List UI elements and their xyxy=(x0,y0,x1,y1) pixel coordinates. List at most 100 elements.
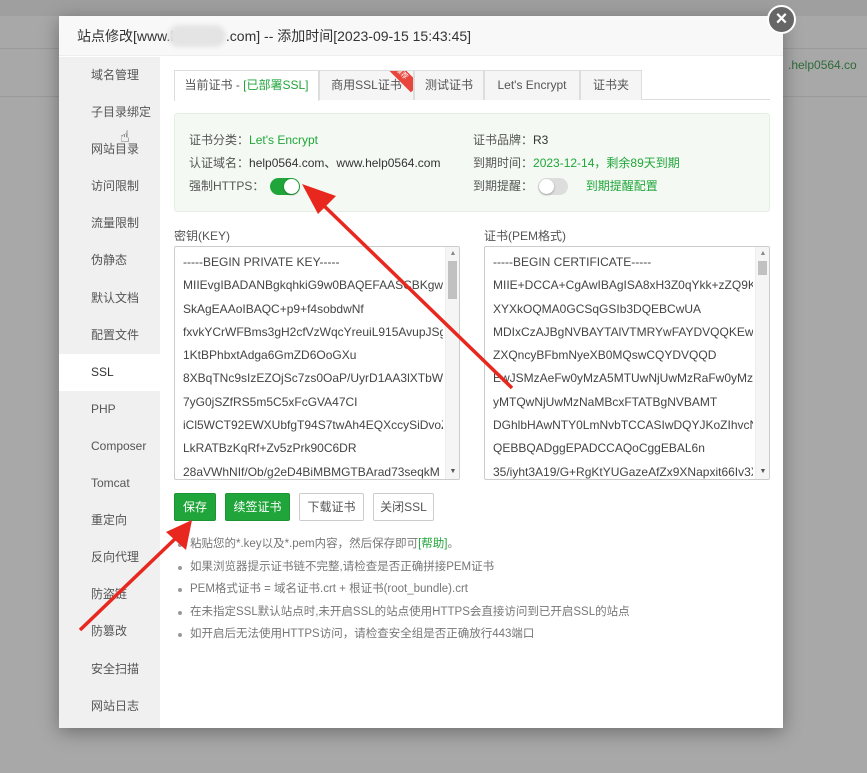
sidebar-item-redirect[interactable]: 重定向 xyxy=(59,502,160,539)
tab-current-label: 当前证书 - xyxy=(184,78,244,92)
tip-item: 如果浏览器提示证书链不完整,请检查是否正确拼接PEM证书 xyxy=(176,556,766,579)
cert-line: yMTQwNjUwMzNaMBcxFTATBgNVBAMT xyxy=(493,394,718,409)
sidebar: 域名管理 子目录绑定 网站目录 访问限制 流量限制 伪静态 默认文档 配置文件 … xyxy=(59,57,160,728)
tab-current-certificate[interactable]: 当前证书 - [已部署SSL] xyxy=(174,70,319,101)
force-https-toggle[interactable] xyxy=(269,178,300,196)
scroll-up-arrow-icon[interactable]: ▲ xyxy=(756,248,769,260)
close-ssl-button[interactable]: 关闭SSL xyxy=(373,493,434,521)
cert-domain-label: 认证域名： xyxy=(189,156,250,170)
cert-line: MIIE+DCCA+CgAwIBAgISA8xH3Z0qYkk+zZQ9K9 xyxy=(493,278,753,293)
key-line: 8XBqTNc9sIzEZOjSc7zs0OaP/UyrD1AA3lXTbWM xyxy=(183,371,443,386)
scroll-down-arrow-icon[interactable]: ▼ xyxy=(756,466,769,478)
key-line: SkAgEAAoIBAQC+p9+f4sobdwNf xyxy=(183,301,364,316)
key-line: 28aVWhNIf/Ob/g2eD4BiMBMGTBArad73seqkM xyxy=(183,464,440,479)
certificate-textarea[interactable]: -----BEGIN CERTIFICATE----- MIIE+DCCA+Cg… xyxy=(484,246,770,480)
tab-test-certificate[interactable]: 测试证书 xyxy=(414,70,484,100)
site-edit-modal: 站点修改[www.he .com] -- 添加时间[2023-09-15 15:4… xyxy=(59,16,783,728)
private-key-content: -----BEGIN PRIVATE KEY----- MIIEvgIBADAN… xyxy=(183,251,443,479)
cert-line: MDIxCzAJBgNVBAYTAlVTMRYwFAYDVQQKEw1M xyxy=(493,324,753,339)
scroll-up-arrow-icon[interactable]: ▲ xyxy=(446,248,459,260)
sidebar-item-site-directory[interactable]: 网站目录 xyxy=(59,131,160,168)
certificate-content: -----BEGIN CERTIFICATE----- MIIE+DCCA+Cg… xyxy=(493,251,753,479)
sidebar-item-tomcat[interactable]: Tomcat xyxy=(59,465,160,502)
key-line: LkRATBzKqRf+Zv5zPrk90C6DR xyxy=(183,441,357,456)
tip-text: 粘贴您的*.key以及*.pem内容，然后保存即可 xyxy=(190,538,419,550)
sidebar-item-hotlink-protection[interactable]: 防盗链 xyxy=(59,576,160,613)
save-button[interactable]: 保存 xyxy=(174,493,216,521)
tip-item: 如开启后无法使用HTTPS访问，请检查安全组是否正确放行443端口 xyxy=(176,623,766,646)
sidebar-item-tamper-protection[interactable]: 防篡改 xyxy=(59,613,160,650)
cert-line: 35/iyht3A19/G+RgKtYUGazeAfZx9XNapxit66Iv… xyxy=(493,464,753,479)
download-certificate-button[interactable]: 下载证书 xyxy=(299,493,364,521)
sidebar-item-composer[interactable]: Composer xyxy=(59,428,160,465)
sidebar-item-domain[interactable]: 域名管理 xyxy=(59,57,160,94)
help-link[interactable]: [帮助] xyxy=(418,538,447,550)
certificate-scrollbar[interactable]: ▲ ▼ xyxy=(755,247,769,479)
force-https-label: 强制HTTPS： xyxy=(189,179,265,193)
sidebar-item-subdir-binding[interactable]: 子目录绑定 xyxy=(59,94,160,131)
sidebar-item-access-limit[interactable]: 访问限制 xyxy=(59,168,160,205)
toggle-knob xyxy=(539,179,555,195)
key-line: 1KtBPhbxtAdga6GmZD6OoGXu xyxy=(183,348,357,363)
sidebar-item-security-scan[interactable]: 安全扫描 xyxy=(59,651,160,688)
sidebar-item-ssl[interactable]: SSL xyxy=(59,353,160,391)
cert-expiry-row: 到期时间：2023-12-14，剩余89天到期 xyxy=(473,153,680,173)
tip-item: 粘贴您的*.key以及*.pem内容，然后保存即可[帮助]。 xyxy=(176,533,766,556)
tab-certificate-folder[interactable]: 证书夹 xyxy=(580,70,642,100)
ssl-panel: 当前证书 - [已部署SSL] 商用SSL证书 推荐 测试证书 Let's En… xyxy=(174,57,770,728)
expiry-reminder-label: 到期提醒： xyxy=(473,179,534,193)
ssl-tips-list: 粘贴您的*.key以及*.pem内容，然后保存即可[帮助]。 如果浏览器提示证书… xyxy=(176,533,766,646)
modal-title-suffix: .com] -- 添加时间[2023-09-15 15:43:45] xyxy=(225,28,472,44)
tab-lets-encrypt[interactable]: Let's Encrypt xyxy=(484,70,580,100)
cert-expiry-value: 2023-12-14，剩余89天到期 xyxy=(533,156,680,170)
sidebar-item-php[interactable]: PHP xyxy=(59,391,160,428)
renew-certificate-button[interactable]: 续签证书 xyxy=(225,493,290,521)
redacted-domain-mask xyxy=(168,25,226,47)
expiry-reminder-config-link[interactable]: 到期提醒配置 xyxy=(586,179,658,193)
close-icon[interactable]: × xyxy=(767,5,796,34)
cert-domain-value: help0564.com、www.help0564.com xyxy=(249,156,441,170)
tab-commercial-ssl[interactable]: 商用SSL证书 推荐 xyxy=(319,70,414,100)
cert-brand-label: 证书品牌： xyxy=(473,133,534,147)
sidebar-item-rewrite[interactable]: 伪静态 xyxy=(59,242,160,279)
sidebar-item-site-logs[interactable]: 网站日志 xyxy=(59,688,160,725)
expiry-reminder-toggle[interactable] xyxy=(538,178,569,196)
scroll-down-arrow-icon[interactable]: ▼ xyxy=(446,466,459,478)
cert-category-label: 证书分类： xyxy=(189,133,250,147)
key-scroll-thumb[interactable] xyxy=(448,261,457,299)
tab-commercial-label: 商用SSL证书 xyxy=(331,78,402,92)
cert-line: DGhlbHAwNTY0LmNvbTCCASIwDQYJKoZIhvcNA xyxy=(493,418,753,433)
key-line: MIIEvgIBADANBgkqhkiG9w0BAQEFAASCBKgwgg xyxy=(183,278,443,293)
tip-text: 。 xyxy=(447,538,460,550)
cert-line: ZXQncyBFbmNyeXB0MQswCQYDVQQD xyxy=(493,348,717,363)
cert-line: QEBBQADggEPADCCAQoCggEBAL6n xyxy=(493,441,705,456)
toggle-knob xyxy=(283,179,299,195)
sidebar-item-config-file[interactable]: 配置文件 xyxy=(59,317,160,354)
key-label: 密钥(KEY) xyxy=(174,229,231,243)
hand-cursor-icon: ☝ xyxy=(120,129,130,146)
certificate-info-box: 证书分类：Let's Encrypt 认证域名：help0564.com、www… xyxy=(174,113,770,212)
private-key-textarea[interactable]: -----BEGIN PRIVATE KEY----- MIIEvgIBADAN… xyxy=(174,246,460,480)
background-header xyxy=(0,0,867,16)
modal-header: 站点修改[www.he .com] -- 添加时间[2023-09-15 15:4… xyxy=(59,16,783,56)
cert-expiry-label: 到期时间： xyxy=(473,156,534,170)
tip-item: 在未指定SSL默认站点时,未开启SSL的站点使用HTTPS会直接访问到已开启SS… xyxy=(176,601,766,624)
sidebar-item-default-doc[interactable]: 默认文档 xyxy=(59,280,160,317)
sidebar-item-reverse-proxy[interactable]: 反向代理 xyxy=(59,539,160,576)
cert-category-value: Let's Encrypt xyxy=(249,133,319,147)
cert-line: XYXkOQMA0GCSqGSIb3DQEBCwUA xyxy=(493,301,702,316)
key-line: 7yG0jSZfRS5m5C5xFcGVA47CI xyxy=(183,394,358,409)
sidebar-item-traffic-limit[interactable]: 流量限制 xyxy=(59,205,160,242)
cert-line: -----BEGIN CERTIFICATE----- xyxy=(493,255,652,269)
expiry-reminder-row: 到期提醒： 到期提醒配置 xyxy=(473,176,658,196)
force-https-row: 强制HTTPS： xyxy=(189,176,300,196)
certificate-label: 证书(PEM格式) xyxy=(484,229,566,243)
cert-domain-row: 认证域名：help0564.com、www.help0564.com xyxy=(189,153,440,173)
key-scrollbar[interactable]: ▲ ▼ xyxy=(445,247,459,479)
cert-category-row: 证书分类：Let's Encrypt xyxy=(189,130,318,150)
key-line: iCl5WCT92EWXUbfgT94S7twAh4EQXccySiDvoZ0 xyxy=(183,418,443,433)
tip-item: PEM格式证书 = 域名证书.crt + 根证书(root_bundle).cr… xyxy=(176,578,766,601)
cert-brand-value: R3 xyxy=(533,133,549,147)
cert-brand-row: 证书品牌：R3 xyxy=(473,130,548,150)
certificate-scroll-thumb[interactable] xyxy=(758,261,767,275)
